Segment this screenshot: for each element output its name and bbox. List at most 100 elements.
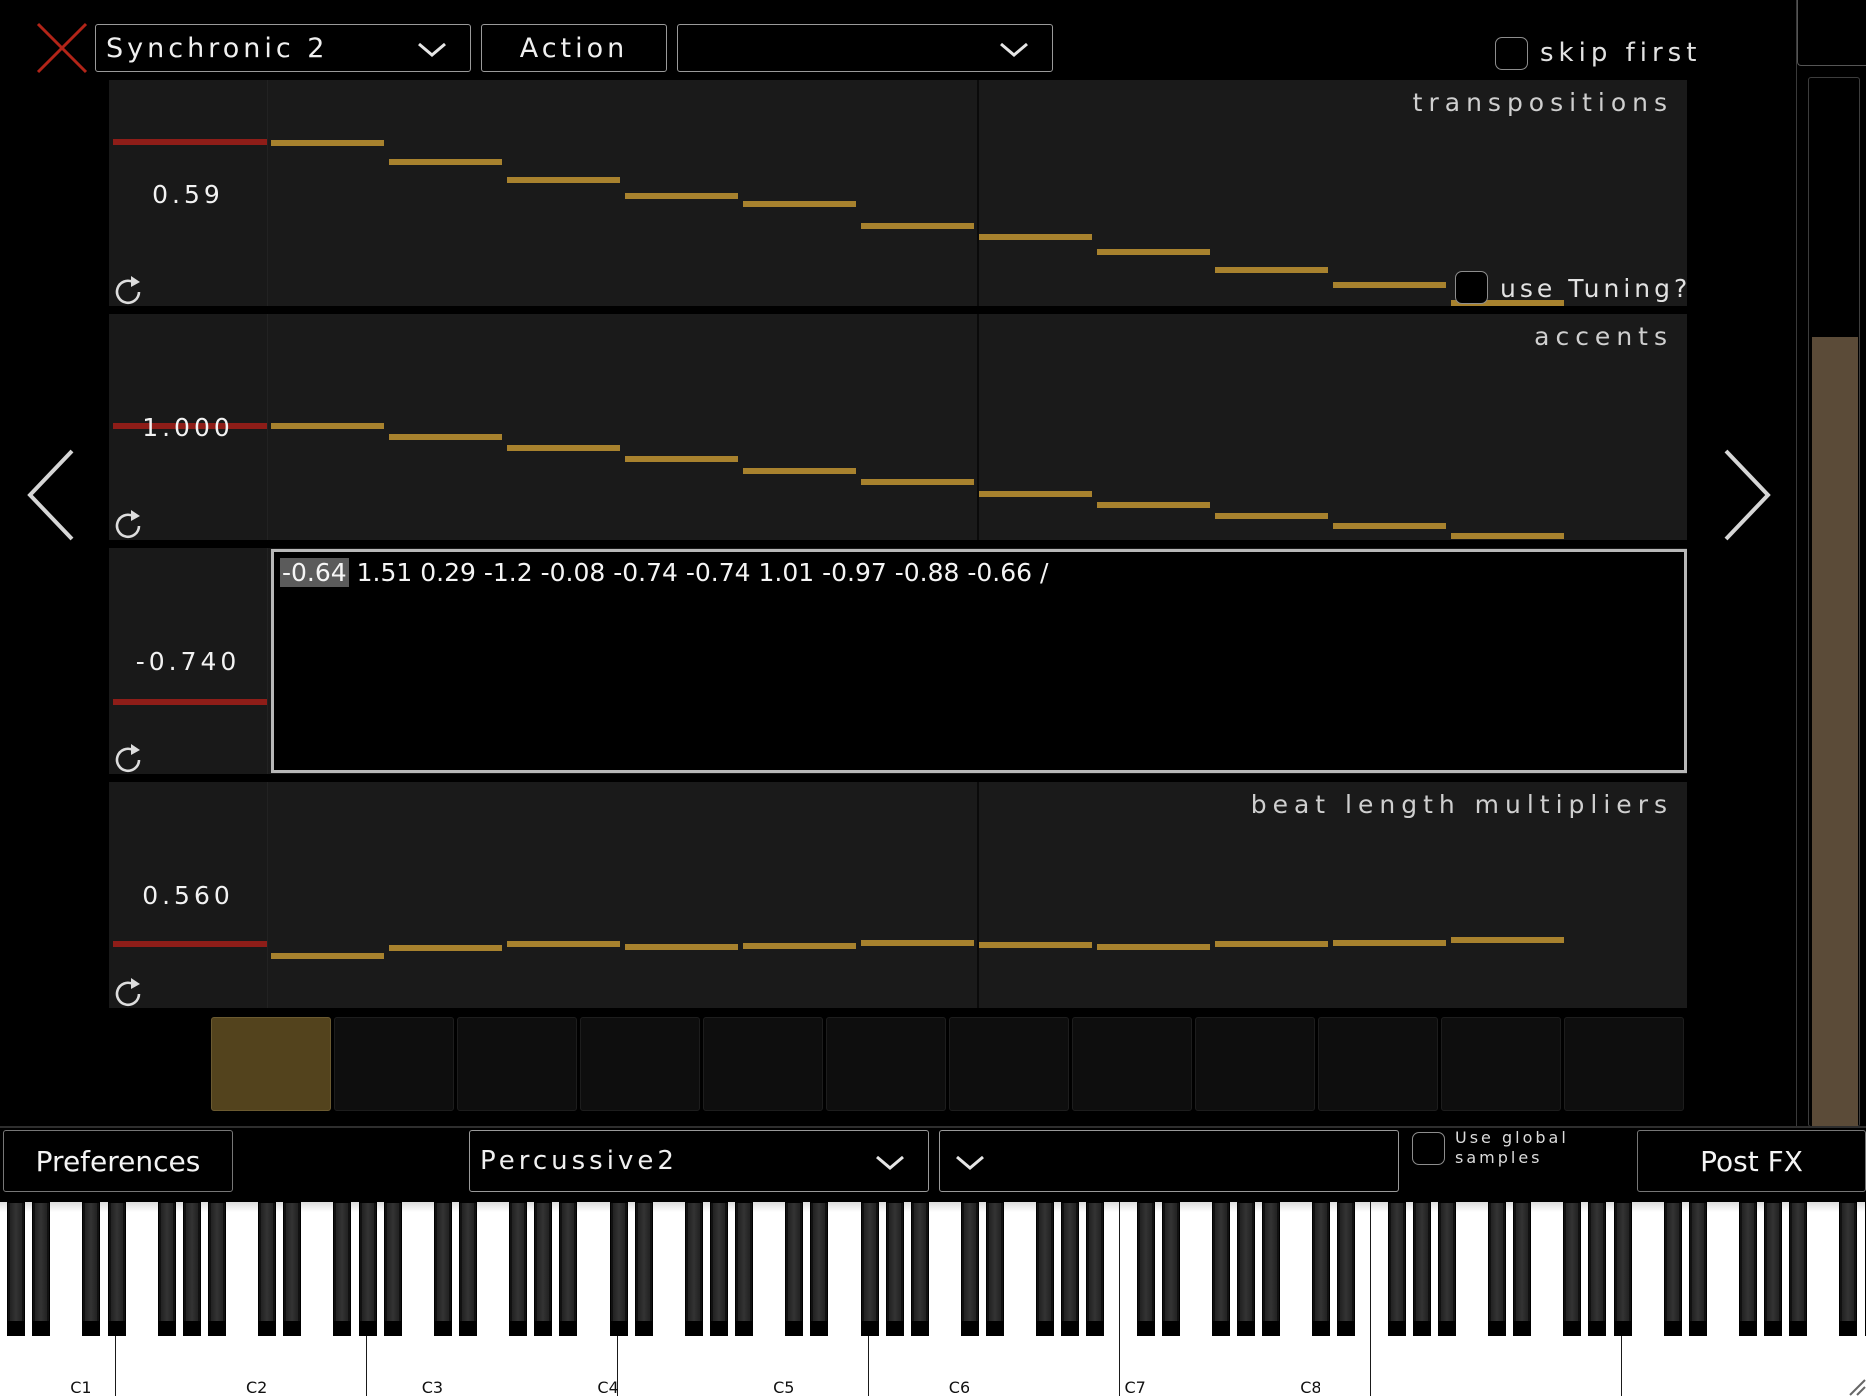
- slider-values-text-editor[interactable]: -0.64 1.51 0.29 -1.2 -0.08 -0.74 -0.74 1…: [271, 549, 1687, 773]
- piano-black-key[interactable]: [358, 1202, 377, 1336]
- accents-plot[interactable]: [267, 314, 1687, 540]
- beat-length-bar[interactable]: [743, 943, 856, 949]
- resize-handle-icon[interactable]: [1846, 1376, 1866, 1396]
- piano-black-key[interactable]: [157, 1202, 176, 1336]
- piano-black-key[interactable]: [333, 1202, 352, 1336]
- step-button[interactable]: [1072, 1017, 1192, 1111]
- piano-black-key[interactable]: [1563, 1202, 1582, 1336]
- piano-black-key[interactable]: [509, 1202, 528, 1336]
- piano-black-key[interactable]: [1688, 1202, 1707, 1336]
- step-button[interactable]: [949, 1017, 1069, 1111]
- sample-select[interactable]: Percussive2: [469, 1130, 929, 1192]
- piano-black-key[interactable]: [609, 1202, 628, 1336]
- piano-black-key[interactable]: [1237, 1202, 1255, 1336]
- accents-bar[interactable]: [979, 491, 1092, 497]
- piano-black-key[interactable]: [1588, 1202, 1607, 1336]
- accents-bar[interactable]: [507, 445, 620, 451]
- piano-black-key[interactable]: [810, 1202, 829, 1336]
- use-global-samples-checkbox[interactable]: [1412, 1132, 1445, 1165]
- piano-black-key[interactable]: [1839, 1202, 1858, 1336]
- piano-black-key[interactable]: [1513, 1202, 1532, 1336]
- sample-set-select[interactable]: [939, 1130, 1399, 1192]
- reset-icon[interactable]: [109, 506, 149, 546]
- accents-bar[interactable]: [1215, 513, 1328, 519]
- piano-black-key[interactable]: [182, 1202, 201, 1336]
- beat-length-bar[interactable]: [1097, 944, 1210, 950]
- accents-bar[interactable]: [1451, 533, 1564, 539]
- transpositions-bar[interactable]: [271, 140, 384, 146]
- accents-slider[interactable]: 1.000 accents: [109, 314, 1687, 540]
- piano-black-key[interactable]: [1739, 1202, 1757, 1336]
- piano-black-key[interactable]: [1488, 1202, 1506, 1336]
- transpositions-bar[interactable]: [507, 177, 620, 183]
- beat-length-bar[interactable]: [625, 944, 738, 950]
- piano-black-key[interactable]: [634, 1202, 653, 1336]
- sustain-value-area[interactable]: -0.740: [109, 548, 268, 774]
- beat-length-bar[interactable]: [1215, 941, 1328, 947]
- piano-black-key[interactable]: [207, 1202, 226, 1336]
- piano-black-key[interactable]: [709, 1202, 728, 1336]
- beat-length-bar[interactable]: [271, 953, 384, 959]
- step-button[interactable]: [580, 1017, 700, 1111]
- accents-bar[interactable]: [271, 423, 384, 429]
- piano-black-key[interactable]: [1036, 1202, 1055, 1336]
- piano-black-key[interactable]: [1387, 1202, 1406, 1336]
- next-arrow-icon[interactable]: [1716, 445, 1776, 545]
- accents-bar[interactable]: [861, 479, 974, 485]
- transpositions-value-area[interactable]: 0.59: [109, 80, 268, 306]
- reset-icon[interactable]: [109, 974, 149, 1014]
- piano-keyboard[interactable]: C1 C2 C3 C4 C5 C6 C7 C8: [0, 1202, 1866, 1396]
- transpositions-bar[interactable]: [979, 234, 1092, 240]
- piano-black-key[interactable]: [1136, 1202, 1155, 1336]
- piano-black-key[interactable]: [684, 1202, 703, 1336]
- piano-black-key[interactable]: [258, 1202, 277, 1336]
- vertical-scrollbar-thumb[interactable]: [1812, 337, 1858, 1127]
- piano-black-key[interactable]: [458, 1202, 477, 1336]
- step-button[interactable]: [1195, 1017, 1315, 1111]
- step-button[interactable]: [211, 1017, 331, 1111]
- action-button[interactable]: Action: [481, 24, 667, 72]
- piano-black-key[interactable]: [1437, 1202, 1456, 1336]
- use-tuning-checkbox[interactable]: [1455, 271, 1488, 304]
- beat-length-bar[interactable]: [1333, 940, 1446, 946]
- piano-black-key[interactable]: [107, 1202, 126, 1336]
- post-fx-button[interactable]: Post FX: [1637, 1130, 1866, 1192]
- step-button[interactable]: [703, 1017, 823, 1111]
- accents-bar[interactable]: [625, 456, 738, 462]
- accents-bar[interactable]: [743, 468, 856, 474]
- reset-icon[interactable]: [109, 740, 149, 780]
- step-button[interactable]: [1318, 1017, 1438, 1111]
- beat-length-bar[interactable]: [389, 945, 502, 951]
- piano-black-key[interactable]: [1412, 1202, 1431, 1336]
- piano-black-key[interactable]: [283, 1202, 302, 1336]
- transpositions-bar[interactable]: [1333, 282, 1446, 288]
- piano-black-key[interactable]: [1161, 1202, 1180, 1336]
- beat-length-value-area[interactable]: 0.560: [109, 782, 268, 1008]
- piano-black-key[interactable]: [910, 1202, 929, 1336]
- piano-black-key[interactable]: [433, 1202, 452, 1336]
- piano-black-key[interactable]: [1086, 1202, 1105, 1336]
- piano-black-key[interactable]: [735, 1202, 753, 1336]
- piano-black-key[interactable]: [785, 1202, 804, 1336]
- transpositions-bar[interactable]: [625, 193, 738, 199]
- accents-bar[interactable]: [1097, 502, 1210, 508]
- transpositions-bar[interactable]: [1215, 267, 1328, 273]
- piano-black-key[interactable]: [1789, 1202, 1808, 1336]
- piano-black-key[interactable]: [1312, 1202, 1331, 1336]
- piano-black-key[interactable]: [986, 1202, 1004, 1336]
- piano-black-key[interactable]: [1337, 1202, 1356, 1336]
- transpositions-slider[interactable]: 0.59 transpositions: [109, 80, 1687, 306]
- skip-first-checkbox[interactable]: [1495, 37, 1528, 70]
- piano-black-key[interactable]: [534, 1202, 553, 1336]
- preparation-select[interactable]: Synchronic 2: [95, 24, 471, 72]
- piano-black-key[interactable]: [1764, 1202, 1783, 1336]
- step-button[interactable]: [334, 1017, 454, 1111]
- step-button[interactable]: [457, 1017, 577, 1111]
- beat-length-bar[interactable]: [979, 942, 1092, 948]
- accents-bar[interactable]: [1333, 523, 1446, 529]
- transpositions-bar[interactable]: [389, 159, 502, 165]
- piano-black-key[interactable]: [1262, 1202, 1281, 1336]
- accents-bar[interactable]: [389, 434, 502, 440]
- piano-black-key[interactable]: [82, 1202, 101, 1336]
- beat-length-bar[interactable]: [1451, 937, 1564, 943]
